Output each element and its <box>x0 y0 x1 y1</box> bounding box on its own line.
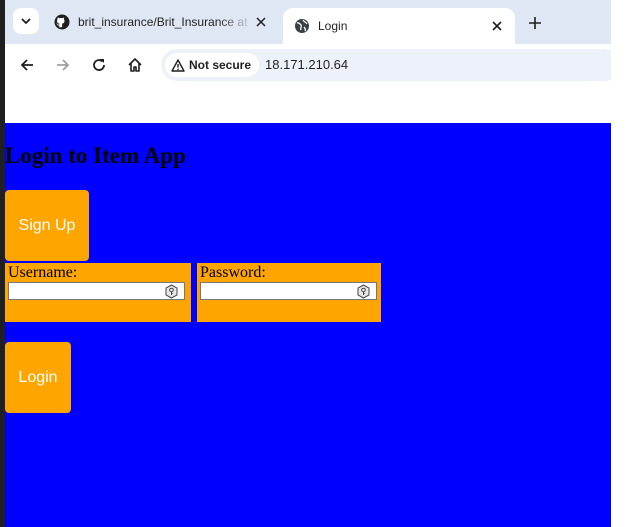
username-group: Username: <box>5 263 191 322</box>
sign-up-button[interactable]: Sign Up <box>5 190 89 261</box>
arrow-left-icon <box>20 59 33 71</box>
password-group: Password: <box>197 263 381 322</box>
arrow-right-icon <box>57 59 70 71</box>
url-text[interactable]: 18.171.210.64 <box>265 57 348 72</box>
security-chip[interactable]: Not secure <box>165 53 260 77</box>
tab-title: brit_insurance/Brit_Insurance at <box>78 15 248 29</box>
chevron-down-icon <box>21 18 31 25</box>
toolbar-spacer <box>5 86 611 123</box>
back-button[interactable] <box>14 52 40 78</box>
tab-search-button[interactable] <box>13 8 39 34</box>
tab-strip: brit_insurance/Brit_Insurance at Login <box>5 0 611 44</box>
browser-toolbar: Not secure 18.171.210.64 <box>5 44 621 86</box>
screen-edge <box>611 0 629 527</box>
home-button[interactable] <box>122 52 148 78</box>
tab-login[interactable]: Login <box>283 8 515 44</box>
tab-github[interactable]: brit_insurance/Brit_Insurance at <box>43 8 279 36</box>
close-icon[interactable] <box>253 14 269 30</box>
tab-title: Login <box>318 19 348 33</box>
username-input[interactable] <box>8 282 185 300</box>
reload-icon <box>93 59 105 71</box>
plus-icon <box>529 17 541 29</box>
login-button[interactable]: Login <box>5 342 71 413</box>
warning-icon <box>171 58 185 72</box>
home-icon <box>128 58 142 72</box>
password-manager-icon[interactable] <box>164 284 179 299</box>
password-label: Password: <box>200 264 266 281</box>
password-manager-icon[interactable] <box>356 284 371 299</box>
page-title: Login to Item App <box>5 143 186 168</box>
forward-button[interactable] <box>50 52 76 78</box>
page-content: Login to Item App Sign Up Username: Pass… <box>5 123 611 527</box>
github-icon <box>54 14 70 30</box>
reload-button[interactable] <box>86 52 112 78</box>
password-input[interactable] <box>200 282 377 300</box>
address-bar[interactable]: Not secure 18.171.210.64 <box>161 49 621 81</box>
close-icon[interactable] <box>489 18 505 34</box>
username-label: Username: <box>8 264 78 281</box>
globe-icon <box>294 18 310 34</box>
security-chip-label: Not secure <box>189 58 252 72</box>
new-tab-button[interactable] <box>524 12 546 34</box>
